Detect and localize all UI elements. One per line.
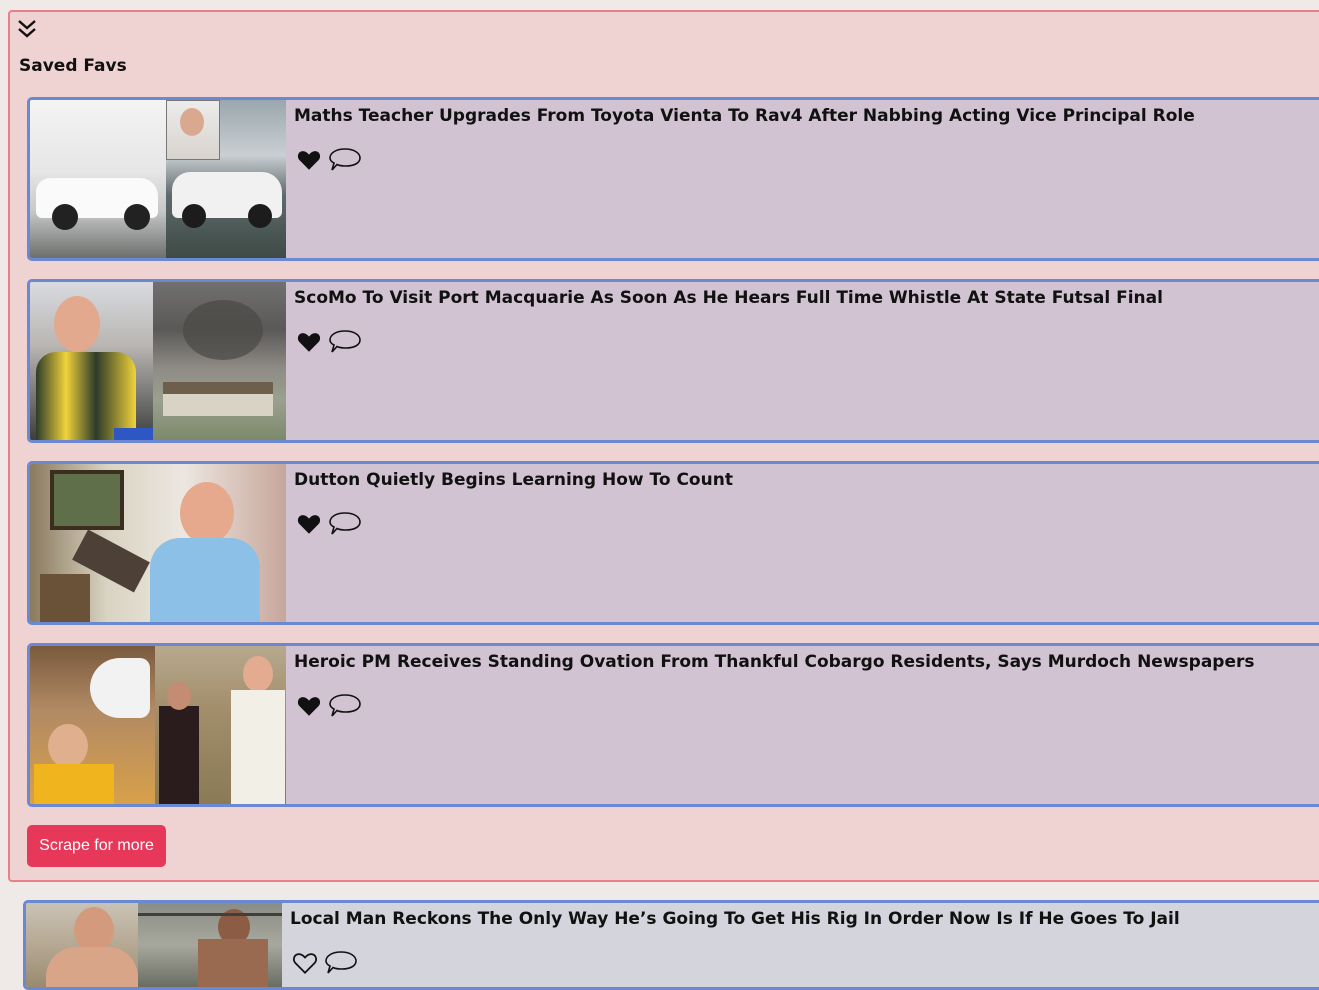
article-title[interactable]: Local Man Reckons The Only Way He’s Goin… <box>290 909 1180 929</box>
article-thumbnail[interactable] <box>30 282 286 440</box>
article-actions <box>292 949 358 977</box>
article-title[interactable]: ScoMo To Visit Port Macquarie As Soon As… <box>294 288 1163 308</box>
article-title[interactable]: Maths Teacher Upgrades From Toyota Vient… <box>294 106 1195 126</box>
speech-bubble-icon[interactable] <box>328 328 362 356</box>
heart-filled-icon[interactable] <box>296 329 322 355</box>
article-thumbnail[interactable] <box>26 903 282 987</box>
article-actions <box>296 692 362 720</box>
double-chevron-down-icon[interactable] <box>16 18 38 40</box>
speech-bubble-icon[interactable] <box>328 510 362 538</box>
speech-bubble-icon[interactable] <box>328 692 362 720</box>
heart-filled-icon[interactable] <box>296 693 322 719</box>
panel-title: Saved Favs <box>19 56 127 76</box>
article-card[interactable]: Maths Teacher Upgrades From Toyota Vient… <box>27 97 1319 261</box>
heart-filled-icon[interactable] <box>296 511 322 537</box>
article-thumbnail[interactable] <box>30 100 286 258</box>
saved-favs-panel: Saved Favs Maths Teacher Upgrades From T… <box>8 10 1319 882</box>
article-card[interactable]: ScoMo To Visit Port Macquarie As Soon As… <box>27 279 1319 443</box>
article-actions <box>296 328 362 356</box>
article-thumbnail[interactable] <box>30 464 286 622</box>
speech-bubble-icon[interactable] <box>324 949 358 977</box>
article-card[interactable]: Dutton Quietly Begins Learning How To Co… <box>27 461 1319 625</box>
article-card[interactable]: Heroic PM Receives Standing Ovation From… <box>27 643 1319 807</box>
heart-filled-icon[interactable] <box>296 147 322 173</box>
speech-bubble-icon[interactable] <box>328 146 362 174</box>
article-title[interactable]: Heroic PM Receives Standing Ovation From… <box>294 652 1255 672</box>
heart-outline-icon[interactable] <box>292 950 318 976</box>
article-actions <box>296 146 362 174</box>
article-title[interactable]: Dutton Quietly Begins Learning How To Co… <box>294 470 733 490</box>
article-card[interactable]: Local Man Reckons The Only Way He’s Goin… <box>23 900 1319 990</box>
article-actions <box>296 510 362 538</box>
scrape-for-more-button[interactable]: Scrape for more <box>27 825 166 867</box>
article-thumbnail[interactable] <box>30 646 286 804</box>
